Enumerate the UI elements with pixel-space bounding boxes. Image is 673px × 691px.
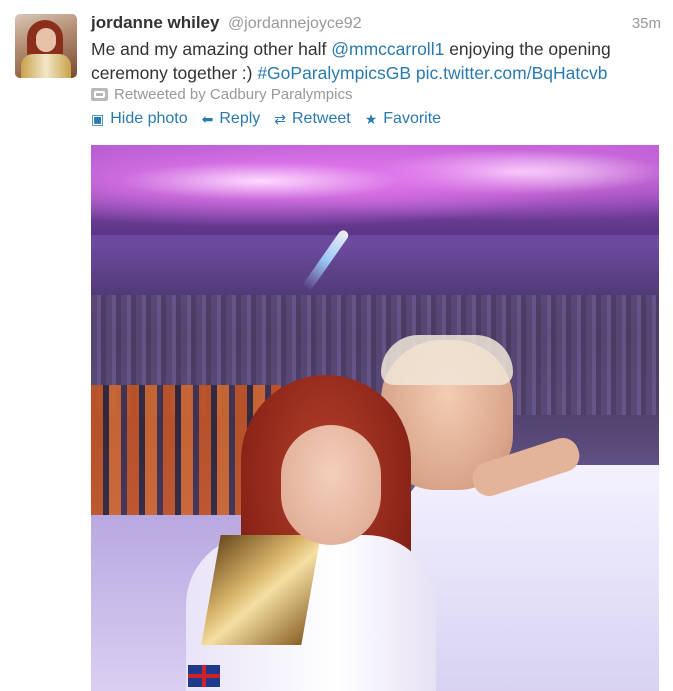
tweet-actions: ▣ Hide photo ⬅ Reply ⇄ Retweet ★ Favorit… — [91, 110, 441, 128]
author-handle[interactable]: @jordannejoyce92 — [228, 15, 362, 32]
retweet-label: Retweet — [292, 110, 351, 127]
tweet-text: Me and my amazing other half @mmccarroll… — [91, 37, 651, 85]
author-name[interactable]: jordanne whiley — [91, 13, 219, 32]
reply-action[interactable]: ⬅ Reply — [202, 110, 261, 128]
retweet-action[interactable]: ⇄ Retweet — [274, 110, 350, 128]
stadium-lights — [91, 145, 659, 235]
avatar-face — [36, 28, 56, 52]
photo-icon: ▣ — [91, 110, 105, 127]
man-jacket — [401, 465, 659, 691]
tweet-text-part-1: Me and my amazing other half — [91, 39, 332, 59]
favorite-action[interactable]: ★ Favorite — [365, 110, 441, 128]
timestamp[interactable]: 35m — [632, 15, 661, 32]
reply-label: Reply — [219, 110, 261, 127]
favorite-label: Favorite — [383, 110, 442, 127]
hide-photo-label: Hide photo — [110, 110, 188, 127]
retweeted-by-label[interactable]: Retweeted by Cadbury Paralympics — [114, 86, 352, 103]
tweet-photo[interactable] — [91, 145, 659, 691]
man-hair — [381, 335, 513, 385]
union-flag-patch — [188, 665, 220, 687]
retweeted-by: Retweeted by Cadbury Paralympics — [91, 86, 352, 103]
light-beam — [301, 228, 351, 292]
mention-link[interactable]: @mmccarroll1 — [331, 39, 444, 59]
media-link[interactable]: pic.twitter.com/BqHatcvb — [416, 63, 608, 83]
hashtag-link[interactable]: #GoParalympicsGB — [257, 63, 411, 83]
retweet-icon: ⇄ — [274, 110, 286, 127]
tweet-header: jordanne whiley @jordannejoyce92 35m — [91, 13, 661, 35]
tweet: jordanne whiley @jordannejoyce92 35m Me … — [0, 0, 673, 691]
woman-face — [281, 425, 381, 545]
avatar-jacket — [21, 54, 71, 78]
retweet-icon — [91, 88, 108, 101]
reply-arrow-icon: ⬅ — [201, 110, 214, 127]
hide-photo-action[interactable]: ▣ Hide photo — [91, 110, 188, 128]
star-icon: ★ — [364, 110, 378, 127]
gold-lapel — [201, 535, 321, 645]
avatar[interactable] — [15, 14, 77, 78]
